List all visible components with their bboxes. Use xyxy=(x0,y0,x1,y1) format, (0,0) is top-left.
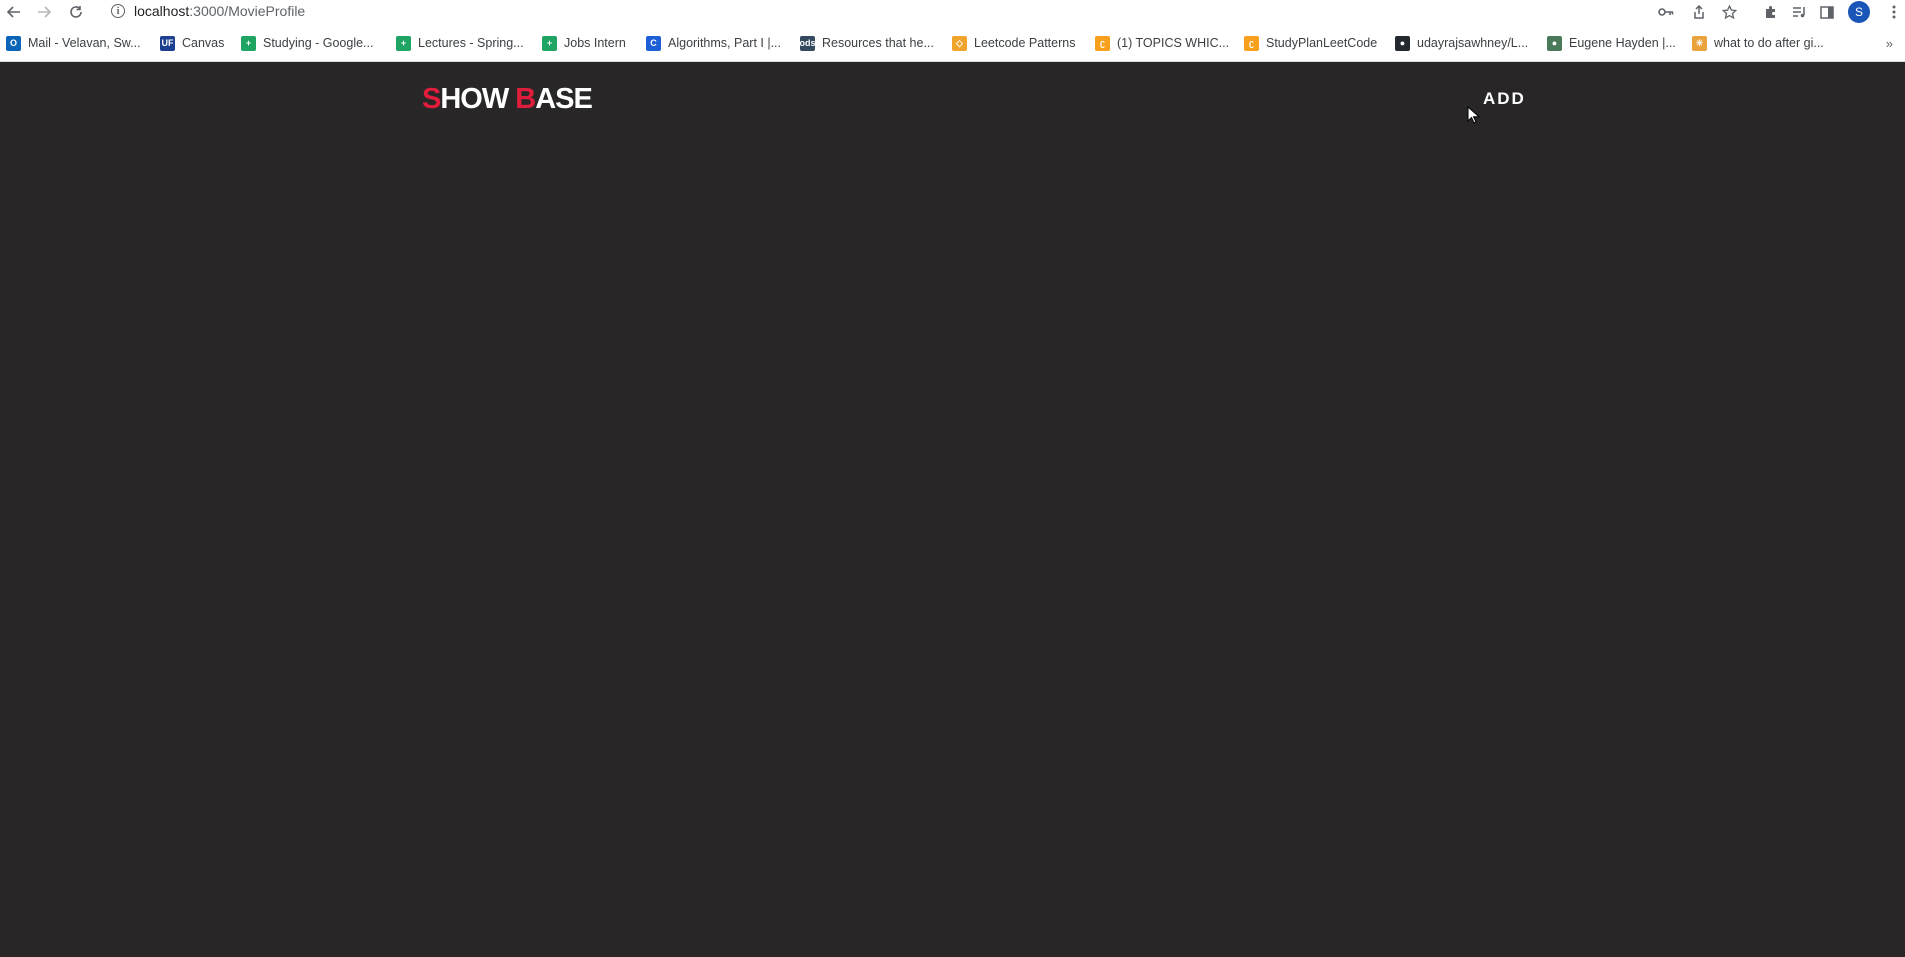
bookmark-item[interactable]: ◇ Leetcode Patterns xyxy=(952,32,1075,54)
bookmark-label: StudyPlanLeetCode xyxy=(1266,36,1378,50)
media-queue-icon[interactable] xyxy=(1790,3,1808,21)
google-sheets-icon: + xyxy=(241,35,256,51)
browser-menu-icon[interactable] xyxy=(1889,3,1899,21)
bookmark-label: Studying - Google... xyxy=(263,36,374,50)
bookmark-label: (1) TOPICS WHIC... xyxy=(1117,36,1230,50)
bookmark-item[interactable]: UF Canvas xyxy=(160,32,224,54)
add-nav-link[interactable]: ADD xyxy=(1483,89,1526,109)
bookmark-item[interactable]: O Mail - Velavan, Sw... xyxy=(6,32,141,54)
extensions-puzzle-icon[interactable] xyxy=(1762,3,1780,21)
leetcode-icon: ʗ xyxy=(1095,35,1110,51)
bookmark-label: what to do after gi... xyxy=(1714,36,1824,50)
google-sheets-icon: + xyxy=(396,35,411,51)
logo-letter-s: S xyxy=(422,83,441,115)
bookmark-item[interactable]: ● udayrajsawhney/L... xyxy=(1395,32,1528,54)
back-arrow-icon[interactable] xyxy=(4,2,24,22)
leetcode-patterns-icon: ◇ xyxy=(952,35,967,51)
browser-chrome: i localhost:3000/MovieProfile S O Mail -… xyxy=(0,0,1905,62)
bookmark-star-icon[interactable] xyxy=(1720,3,1738,21)
logo-text-how: HOW xyxy=(440,83,516,115)
bookmarks-overflow-chevron-icon[interactable]: » xyxy=(1886,32,1893,54)
bookmark-label: Algorithms, Part I |... xyxy=(668,36,782,50)
mouse-cursor-icon xyxy=(1467,105,1481,124)
url-field[interactable]: localhost:3000/MovieProfile xyxy=(134,3,305,19)
sparkle-icon: ✳ xyxy=(1692,35,1707,51)
logo-letter-b: B xyxy=(515,83,536,115)
bookmark-item[interactable]: ʗ (1) TOPICS WHIC... xyxy=(1095,32,1229,54)
url-path: :3000/MovieProfile xyxy=(189,3,306,19)
profile-photo-icon: ● xyxy=(1547,35,1562,51)
leetcode-icon: ʗ xyxy=(1244,35,1259,51)
address-bar-row: i localhost:3000/MovieProfile S xyxy=(0,0,1905,24)
bookmark-item[interactable]: ✳ what to do after gi... xyxy=(1692,32,1824,54)
bookmark-item[interactable]: + Studying - Google... xyxy=(241,32,373,54)
site-info-icon[interactable]: i xyxy=(111,4,125,18)
reload-icon[interactable] xyxy=(66,2,86,22)
bookmark-label: Resources that he... xyxy=(822,36,934,50)
share-icon[interactable] xyxy=(1690,3,1708,21)
bookmark-label: Eugene Hayden |... xyxy=(1569,36,1676,50)
bookmarks-bar: O Mail - Velavan, Sw... UF Canvas + Studying … xyxy=(0,32,1905,54)
bookmark-label: Canvas xyxy=(182,36,225,50)
main-content-area xyxy=(0,142,1905,957)
bookmark-item[interactable]: + Jobs Intern xyxy=(542,32,626,54)
url-host: localhost xyxy=(134,3,190,19)
forward-arrow-icon[interactable] xyxy=(34,2,54,22)
google-sheets-icon: + xyxy=(542,35,557,51)
bookmark-item[interactable]: ● Eugene Hayden |... xyxy=(1547,32,1676,54)
ods-icon: ods xyxy=(800,35,816,51)
bookmark-label: Jobs Intern xyxy=(564,36,626,50)
github-icon: ● xyxy=(1395,35,1410,51)
side-panel-icon[interactable] xyxy=(1818,3,1836,21)
canvas-uf-icon: UF xyxy=(160,35,175,51)
app-header: SHOW BASE ADD xyxy=(0,62,1905,142)
logo-text-ase: ASE xyxy=(535,83,593,115)
bookmark-label: Leetcode Patterns xyxy=(974,36,1076,50)
bookmark-item[interactable]: ods Resources that he... xyxy=(800,32,934,54)
profile-avatar[interactable]: S xyxy=(1848,1,1870,23)
bookmark-label: Mail - Velavan, Sw... xyxy=(28,36,141,50)
show-base-logo[interactable]: SHOW BASE xyxy=(422,83,593,116)
bookmark-item[interactable]: ʗ StudyPlanLeetCode xyxy=(1244,32,1377,54)
bookmark-item[interactable]: + Lectures - Spring... xyxy=(396,32,524,54)
outlook-icon: O xyxy=(6,35,21,51)
coursera-icon: C xyxy=(646,35,661,51)
bookmark-label: udayrajsawhney/L... xyxy=(1417,36,1529,50)
bookmark-item[interactable]: C Algorithms, Part I |... xyxy=(646,32,781,54)
password-key-icon[interactable] xyxy=(1657,3,1675,21)
bookmark-label: Lectures - Spring... xyxy=(418,36,524,50)
